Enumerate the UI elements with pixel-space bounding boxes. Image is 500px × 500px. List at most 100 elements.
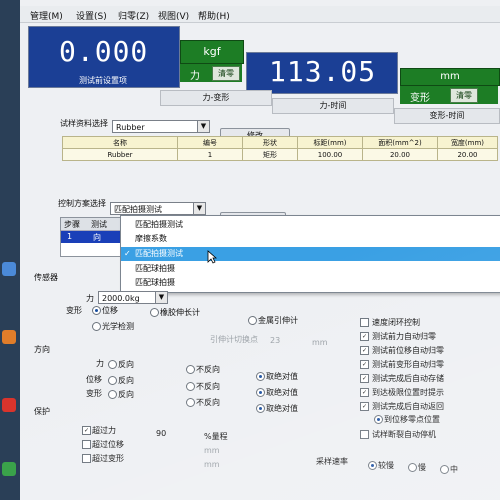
step-list[interactable]: 步骤 测试 1 向: [60, 217, 122, 257]
return-zero-radio[interactable]: [374, 415, 383, 424]
dropdown-option[interactable]: 匹配球拍摄: [121, 262, 500, 276]
metal-radio[interactable]: [248, 316, 257, 325]
disp-unit: mm: [440, 71, 460, 82]
gauge-value: 23: [270, 336, 281, 345]
disp-unit-box: mm: [400, 68, 500, 86]
speed-closedloop-checkbox[interactable]: [360, 318, 369, 327]
deform-zero-checkbox[interactable]: ✓: [360, 360, 369, 369]
chevron-down-icon[interactable]: ▼: [155, 292, 167, 303]
dropdown-option[interactable]: 匹配拍摄测试: [121, 218, 500, 232]
dir-force-reverse-label: 反向: [118, 360, 134, 369]
table-row[interactable]: Rubber 1 矩形 100.00 20.00 20.00: [62, 148, 498, 161]
tab-deform-time[interactable]: 变形-时间: [394, 108, 500, 124]
sampling-slow-radio[interactable]: [368, 461, 377, 470]
auto-return-checkbox[interactable]: ✓: [360, 402, 369, 411]
menu-zero[interactable]: 归零(Z): [118, 9, 149, 22]
force-reset-button[interactable]: 清零: [212, 66, 240, 81]
step-row[interactable]: 1 向: [61, 231, 121, 243]
primary-value: 0.000: [59, 35, 149, 68]
dropdown-option[interactable]: 摩擦系数: [121, 232, 500, 246]
chevron-down-icon[interactable]: ▼: [197, 121, 209, 132]
app-icon[interactable]: [2, 462, 16, 476]
protect-force-unit: %量程: [204, 432, 228, 441]
dir-force-name: 力: [96, 359, 104, 368]
menu-help[interactable]: 帮助(H): [198, 9, 230, 22]
dir-deform-reverse-radio[interactable]: [108, 390, 117, 399]
dir-pos-reverse-radio[interactable]: [108, 376, 117, 385]
protect-position-label: 超过位移: [92, 440, 124, 449]
pos-zero-checkbox[interactable]: ✓: [360, 346, 369, 355]
dir-force-none-radio[interactable]: [186, 365, 195, 374]
tab-force-time[interactable]: 力-时间: [272, 98, 394, 114]
gauge-unit: mm: [312, 338, 328, 347]
extensometer-label: 橡胶伸长计: [160, 308, 200, 317]
app-window: 管理(M) 设置(S) 归零(Z) 视图(V) 帮助(H) 0.000 测试前设…: [20, 0, 500, 500]
extensometer-radio[interactable]: [150, 308, 159, 317]
deform-zero-label: 测试前变形自动归零: [372, 360, 444, 369]
table-header-row: 名称 编号 形状 标距(mm) 面积(mm^2) 宽度(mm): [62, 136, 498, 149]
limit-prompt-checkbox[interactable]: ✓: [360, 388, 369, 397]
specimen-label: 试样资料选择: [60, 119, 108, 128]
force-zero-label: 测试前力自动归零: [372, 332, 436, 341]
control-select[interactable]: 匹配拍摄测试 ▼: [110, 202, 206, 215]
pos-zero-label: 测试前位移自动归零: [372, 346, 444, 355]
menu-view[interactable]: 视图(V): [158, 9, 189, 22]
optical-label: 光学检测: [102, 322, 134, 331]
position-label: 位移: [102, 306, 118, 315]
dir-force-abs-radio[interactable]: [256, 372, 265, 381]
menu-manage[interactable]: 管理(M): [30, 9, 63, 22]
sampling-slow-label: 较慢: [378, 461, 394, 470]
dir-deform-none-radio[interactable]: [186, 398, 195, 407]
sampling-low-radio[interactable]: [408, 463, 417, 472]
dir-pos-abs-radio[interactable]: [256, 388, 265, 397]
specimen-table: 名称 编号 形状 标距(mm) 面积(mm^2) 宽度(mm) Rubber 1…: [62, 136, 498, 161]
tab-force-deform[interactable]: 力-变形: [160, 90, 272, 106]
position-radio[interactable]: [92, 306, 101, 315]
menu-settings[interactable]: 设置(S): [76, 9, 107, 22]
chevron-down-icon[interactable]: ▼: [193, 203, 205, 214]
dropdown-option-selected[interactable]: ✓ 匹配拍摄测试: [121, 247, 500, 261]
dir-force-reverse-radio[interactable]: [108, 360, 117, 369]
dir-force-abs-label: 取绝对值: [266, 372, 298, 381]
limit-prompt-label: 到达极限位置时提示: [372, 388, 444, 397]
force-zero-checkbox[interactable]: ✓: [360, 332, 369, 341]
protect-position-checkbox[interactable]: [82, 440, 91, 449]
dir-force-none-label: 不反向: [196, 365, 220, 374]
dir-pos-none-radio[interactable]: [186, 382, 195, 391]
dir-deform-abs-radio[interactable]: [256, 404, 265, 413]
primary-caption: 测试前设置项: [79, 76, 127, 85]
check-icon: ✓: [124, 249, 131, 258]
speed-closedloop-label: 速度闭环控制: [372, 318, 420, 327]
break-stop-checkbox[interactable]: [360, 430, 369, 439]
app-icon[interactable]: [2, 398, 16, 412]
control-dropdown-list[interactable]: 匹配拍摄测试 摩擦系数 ✓ 匹配拍摄测试 匹配球拍摄 匹配球拍摄: [120, 215, 500, 293]
break-stop-label: 试样断裂自动停机: [372, 430, 436, 439]
autosave-checkbox[interactable]: ✓: [360, 374, 369, 383]
dir-pos-none-label: 不反向: [196, 382, 220, 391]
dropdown-option[interactable]: 匹配球拍摄: [121, 276, 500, 290]
protect-deform-checkbox[interactable]: [82, 454, 91, 463]
sampling-mid-radio[interactable]: [440, 465, 449, 474]
dir-pos-name: 位移: [86, 375, 102, 384]
sensor-force-select[interactable]: 2000.0kg ▼: [98, 291, 168, 304]
protect-deform-unit: mm: [204, 460, 220, 469]
protect-label: 保护: [34, 407, 50, 416]
protect-force-value: 90: [156, 429, 167, 438]
protect-force-label: 超过力: [92, 426, 116, 435]
dir-deform-name: 变形: [86, 389, 102, 398]
metal-label: 金属引伸计: [258, 316, 298, 325]
specimen-select[interactable]: Rubber ▼: [112, 120, 210, 133]
app-icon[interactable]: [2, 262, 16, 276]
app-icon[interactable]: [2, 330, 16, 344]
force-label: 力 清零: [180, 64, 242, 82]
mouse-cursor-icon: [207, 250, 217, 264]
protect-force-checkbox[interactable]: ✓: [82, 426, 91, 435]
force-unit: kgf: [203, 45, 221, 58]
dir-deform-none-label: 不反向: [196, 398, 220, 407]
dir-deform-abs-label: 取绝对值: [266, 404, 298, 413]
optical-radio[interactable]: [92, 322, 101, 331]
sampling-low-label: 慢: [418, 463, 426, 472]
sensor-force-label: 力: [86, 294, 94, 303]
disp-reset-button[interactable]: 清零: [450, 88, 478, 103]
return-zero-label: 到位移零点位置: [384, 415, 440, 424]
